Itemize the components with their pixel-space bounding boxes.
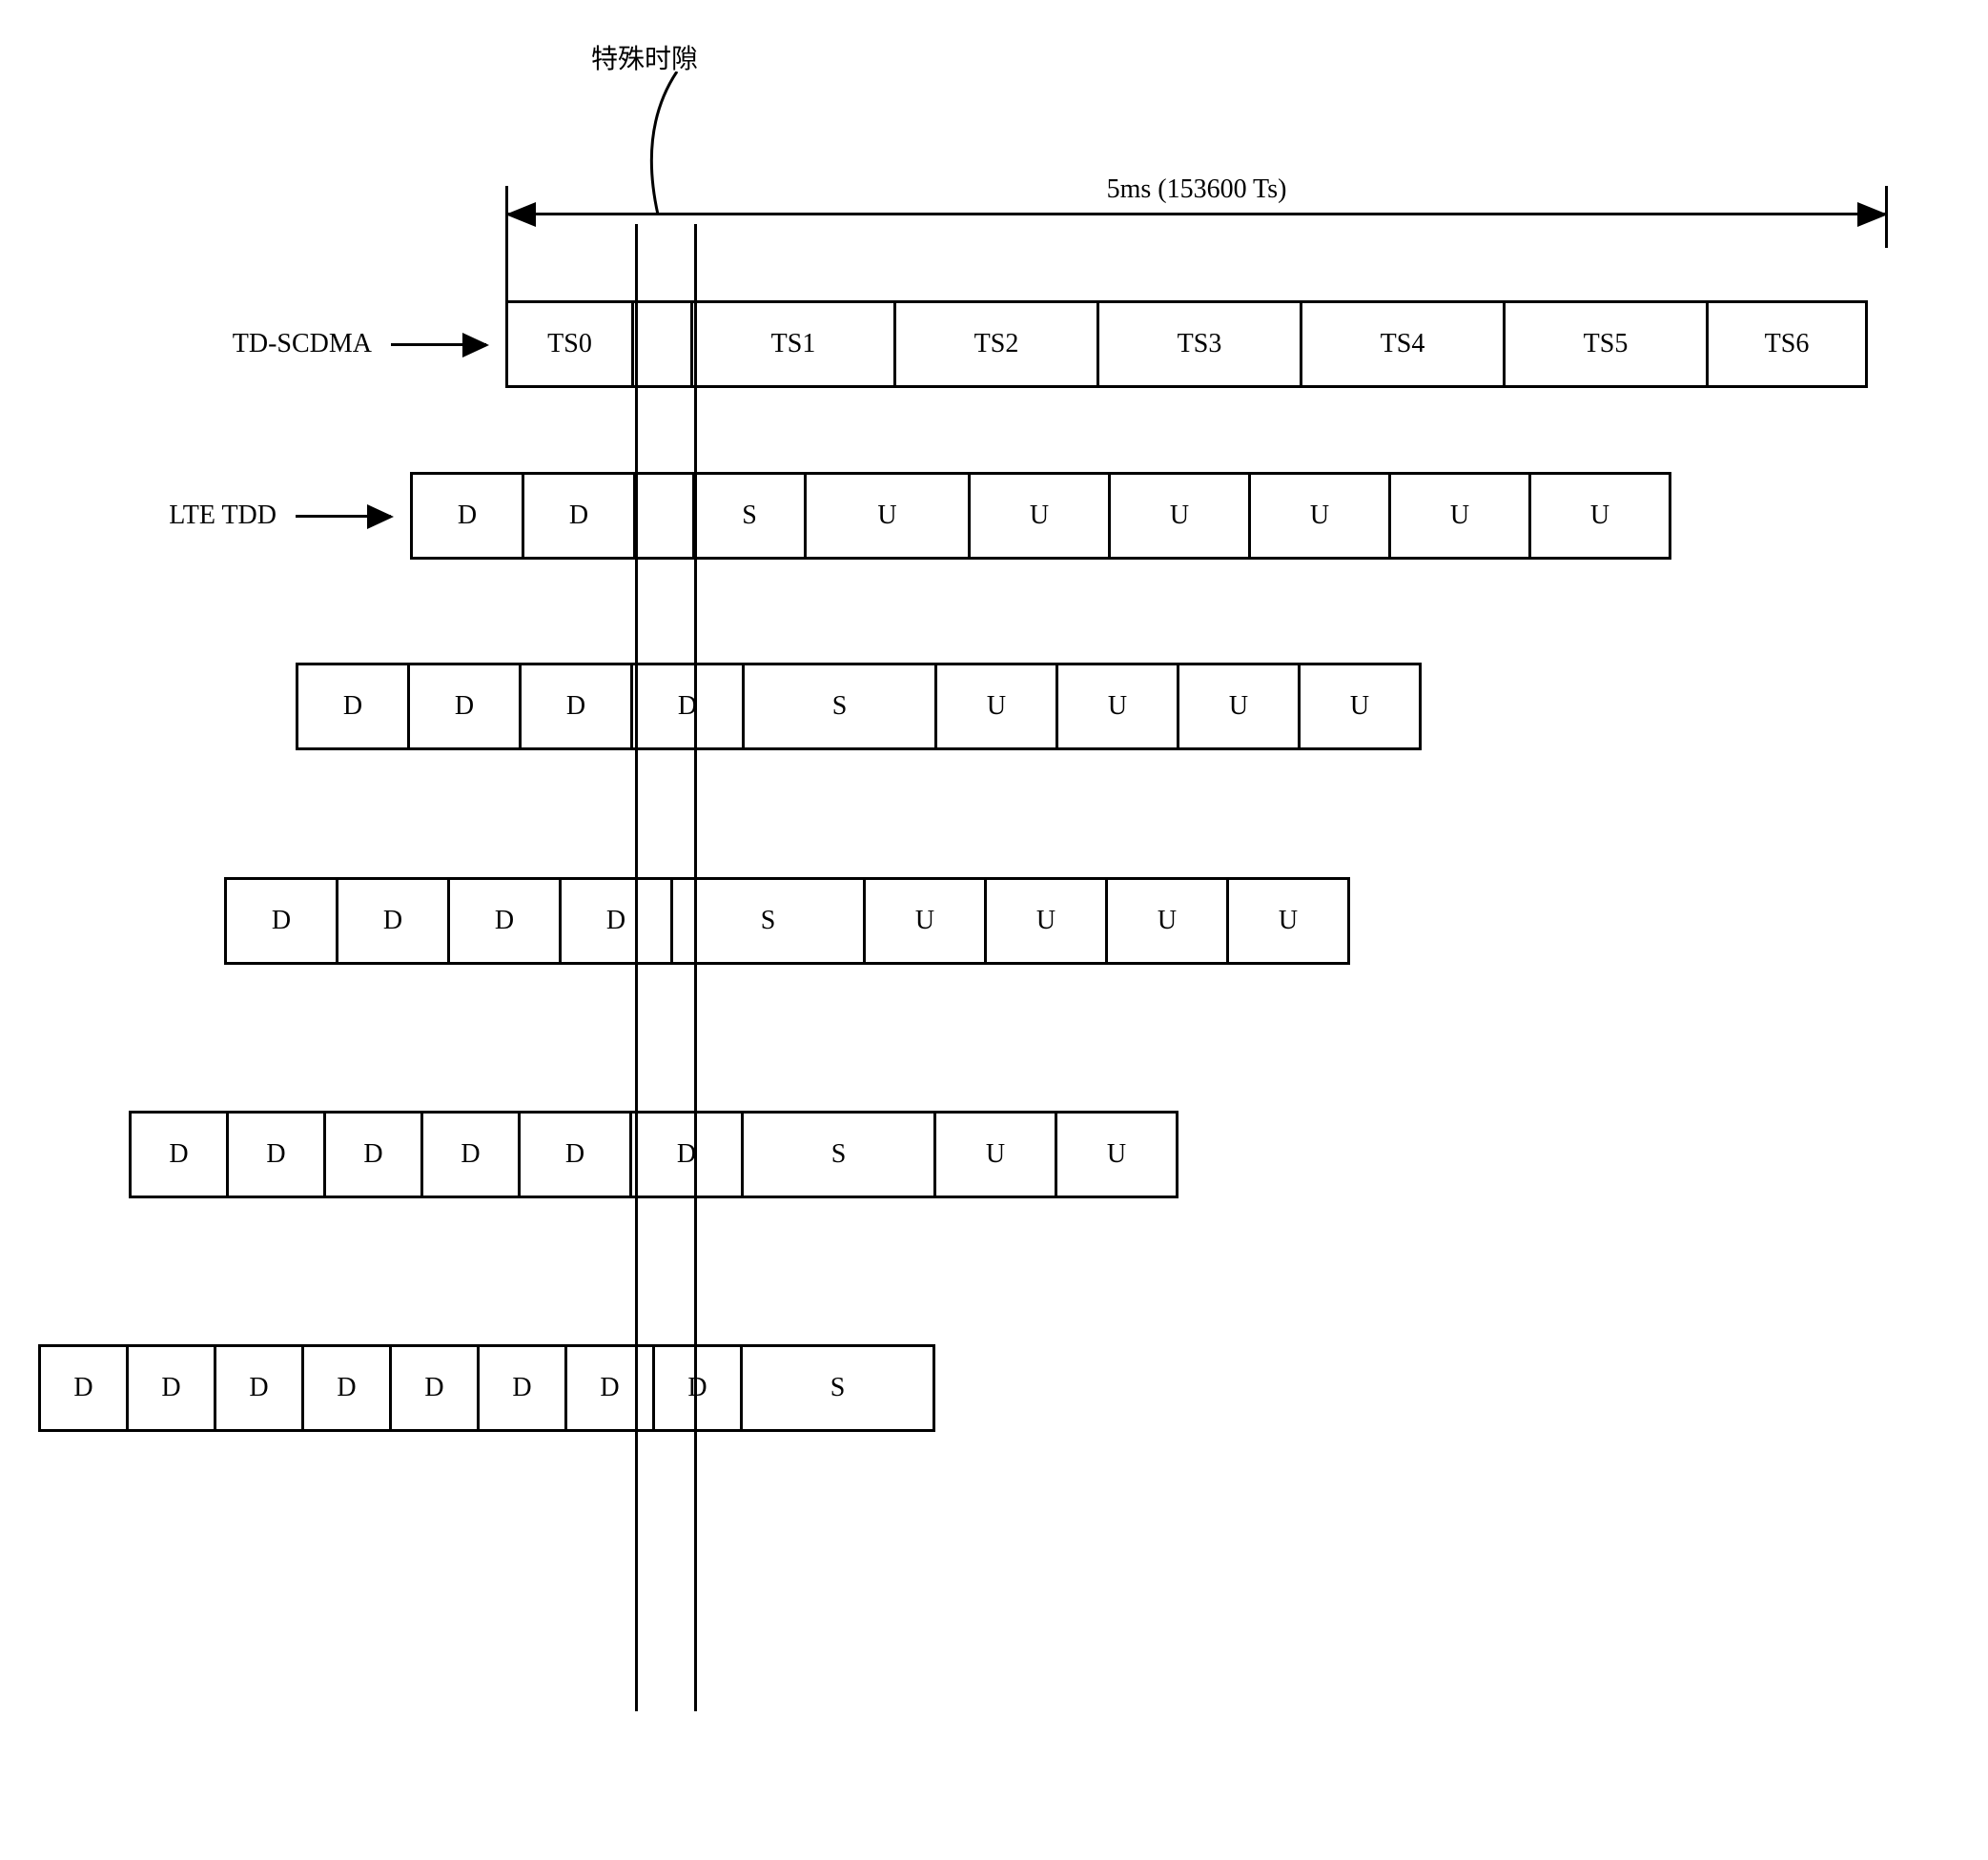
row-lte-4: D D D D D D S U U	[129, 1111, 1178, 1198]
lte2-c0: D	[296, 663, 410, 750]
slot-ts1: TS1	[690, 300, 896, 388]
lte3-c8: U	[1226, 877, 1350, 965]
lte5-c5: D	[477, 1344, 567, 1432]
lte5-c1: D	[126, 1344, 216, 1432]
lte4-c3: D	[420, 1111, 521, 1198]
lte2-c8: U	[1298, 663, 1422, 750]
dim-label: 5ms (153600 Ts)	[1092, 174, 1302, 205]
row-lte-3: D D D D S U U U U	[224, 877, 1350, 965]
lte1-c2: S	[692, 472, 807, 560]
special-slot-label: 特殊时隙	[591, 38, 698, 76]
row-tdscdma: TD-SCDMA TS0 TS1 TS2 TS3 TS4 TS5 TS6	[167, 300, 1868, 388]
lte5-c2: D	[214, 1344, 304, 1432]
lte3-c7: U	[1105, 877, 1229, 965]
lte3-c3: D	[559, 877, 673, 965]
lte1-c1: D	[522, 472, 636, 560]
lte1-c5: U	[1108, 472, 1251, 560]
lte1-c8: U	[1528, 472, 1671, 560]
label-tdscdma: TD-SCDMA	[167, 329, 391, 359]
cells-lte3: D D D D S U U U U	[224, 877, 1350, 965]
lte3-c6: U	[984, 877, 1108, 965]
dim-hline	[505, 213, 1888, 215]
cells-lte2: D D D D S U U U U	[296, 663, 1422, 750]
slot-ts5: TS5	[1503, 300, 1709, 388]
lte1-c7: U	[1388, 472, 1531, 560]
lte5-c7: D	[652, 1344, 743, 1432]
dim-arrow-left	[505, 202, 536, 227]
lte2-c6: U	[1055, 663, 1179, 750]
cells-lte1: D D S U U U U U U	[410, 472, 1671, 560]
row-lte-5: D D D D D D D D S	[38, 1344, 935, 1432]
slot-ts2: TS2	[893, 300, 1099, 388]
guide-left	[635, 224, 638, 1711]
slot-ts0: TS0	[505, 300, 634, 388]
lte4-c0: D	[129, 1111, 229, 1198]
lte3-c5: U	[863, 877, 987, 965]
lte4-c6: S	[741, 1111, 936, 1198]
row-lte-1: LTE TDD D D S U U U U U U	[72, 472, 1671, 560]
lte5-c3: D	[301, 1344, 392, 1432]
lte4-c7: U	[933, 1111, 1057, 1198]
slot-ts3: TS3	[1096, 300, 1302, 388]
lte3-c4: S	[670, 877, 866, 965]
lte4-c8: U	[1055, 1111, 1178, 1198]
lte1-c6: U	[1248, 472, 1391, 560]
lte1-c4: U	[968, 472, 1111, 560]
arrow-tdscdma	[391, 343, 486, 346]
slot-special	[631, 300, 693, 388]
dimension-line: 5ms (153600 Ts)	[505, 186, 1888, 243]
lte5-c0: D	[38, 1344, 129, 1432]
cells-lte5: D D D D D D D D S	[38, 1344, 935, 1432]
lte1-c0: D	[410, 472, 524, 560]
slot-ts4: TS4	[1300, 300, 1506, 388]
lte3-c2: D	[447, 877, 562, 965]
lte2-c3: D	[630, 663, 745, 750]
dim-arrow-right	[1857, 202, 1888, 227]
cells-lte4: D D D D D D S U U	[129, 1111, 1178, 1198]
lte3-c0: D	[224, 877, 338, 965]
lte5-c6: D	[564, 1344, 655, 1432]
label-ltetdd: LTE TDD	[72, 501, 296, 531]
lte4-c1: D	[226, 1111, 326, 1198]
lte5-c8: S	[740, 1344, 935, 1432]
lte3-c1: D	[336, 877, 450, 965]
arrow-ltetdd	[296, 515, 391, 518]
lte2-c1: D	[407, 663, 522, 750]
slot-ts6: TS6	[1706, 300, 1868, 388]
lte1-gap	[633, 472, 695, 560]
frame-diagram: 特殊时隙 5ms (153600 Ts) TD-SCDMA TS0 TS1 TS…	[38, 38, 1945, 1754]
lte2-c4: S	[742, 663, 937, 750]
row-lte-2: D D D D S U U U U	[296, 663, 1422, 750]
lte1-c3: U	[804, 472, 971, 560]
lte4-c4: D	[518, 1111, 632, 1198]
lte2-c5: U	[934, 663, 1058, 750]
lte4-c5: D	[629, 1111, 744, 1198]
lte4-c2: D	[323, 1111, 423, 1198]
guide-right	[694, 224, 697, 1711]
lte2-c2: D	[519, 663, 633, 750]
lte2-c7: U	[1177, 663, 1301, 750]
lte5-c4: D	[389, 1344, 480, 1432]
cells-tdscdma: TS0 TS1 TS2 TS3 TS4 TS5 TS6	[505, 300, 1868, 388]
